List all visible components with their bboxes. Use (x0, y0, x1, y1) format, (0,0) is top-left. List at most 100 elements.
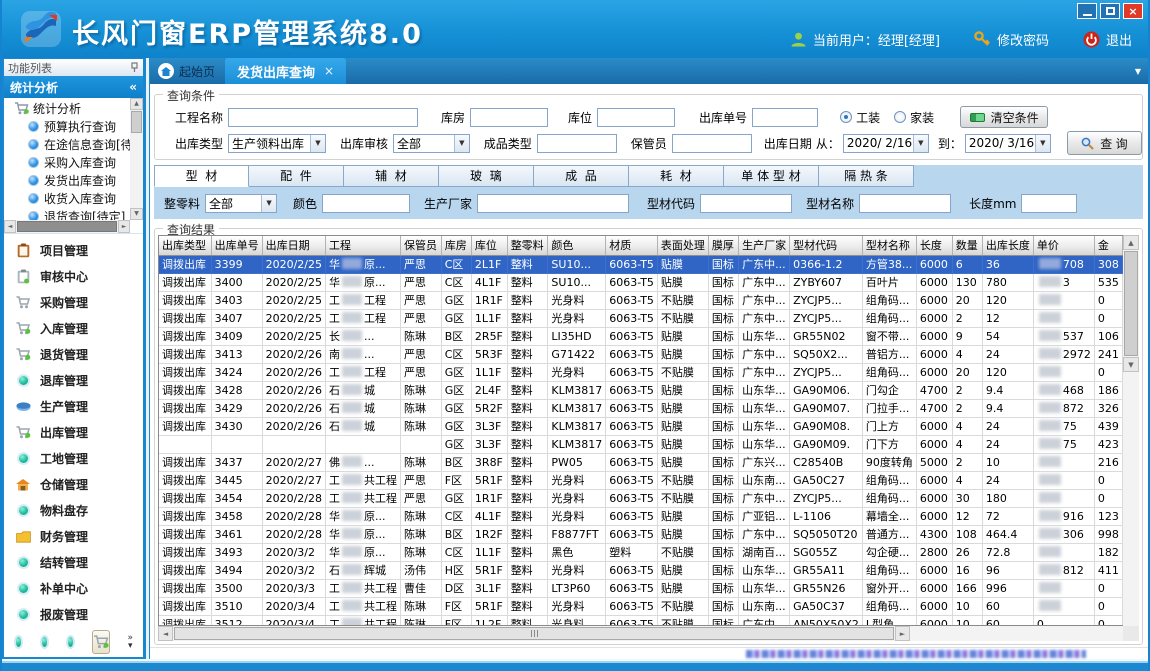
tree-root[interactable]: 统计分析 (6, 100, 130, 118)
color-input[interactable] (322, 194, 410, 213)
table-row[interactable]: 调拨出库34542020/2/28工共工程严思G区1R1F整料光身料6063-T… (159, 489, 1123, 507)
table-row[interactable]: 调拨出库34092020/2/25长...陈琳B区2R5F整料LI35HD606… (159, 327, 1123, 345)
circle-icon[interactable] (40, 635, 49, 649)
table-row[interactable]: 调拨出库35002020/3/3工共工程曹佳D区3L1F整料LT3P606063… (159, 579, 1123, 597)
table-row[interactable]: 调拨出库34242020/2/26工工程严思G区1L1F整料光身料6063-T5… (159, 363, 1123, 381)
circle-icon[interactable] (14, 635, 23, 649)
sidebar-item-物料盘存[interactable]: 物料盘存 (4, 498, 143, 524)
tab-active[interactable]: 发货出库查询 × (225, 58, 346, 84)
table-row[interactable]: 调拨出库34302020/2/26石城陈琳G区3L3F整料KLM38176063… (159, 417, 1123, 435)
tree-item[interactable]: 预算执行查询 (6, 118, 130, 136)
grid-hscroll-thumb[interactable] (174, 627, 894, 640)
grid-vscrollbar[interactable]: ▲ ▼ (1123, 235, 1139, 626)
profile-name-input[interactable] (859, 194, 951, 213)
chevron-down-icon[interactable]: ▼ (310, 135, 325, 152)
sidebar-item-采购管理[interactable]: 采购管理 (4, 290, 143, 316)
material-tab-2[interactable]: 配 件 (249, 165, 344, 187)
tree-item[interactable]: 采购入库查询 (6, 154, 130, 172)
tree-hscroll-thumb[interactable] (17, 221, 117, 232)
sidebar-item-生产管理[interactable]: 生产管理 (4, 394, 143, 420)
column-header-no[interactable]: 出库单号 (211, 236, 262, 255)
logout[interactable]: 退出 (1083, 30, 1132, 49)
tab-close-icon[interactable]: × (324, 64, 334, 78)
overflow-chevron[interactable]: »▾ (127, 634, 133, 650)
sidebar-item-入库管理[interactable]: 入库管理 (4, 316, 143, 342)
table-row[interactable]: 调拨出库34132020/2/26南...严思C区5R3F整料G71422606… (159, 345, 1123, 363)
tab-home[interactable]: 起始页 (150, 58, 225, 84)
sidebar-item-结转管理[interactable]: 结转管理 (4, 550, 143, 576)
sidebar-item-仓储管理[interactable]: 仓储管理 (4, 472, 143, 498)
clear-conditions-button[interactable]: 清空条件 (960, 106, 1048, 128)
sidebar-item-补单中心[interactable]: 补单中心 (4, 576, 143, 602)
tree-vscroll-thumb[interactable] (131, 111, 142, 133)
material-tab-8[interactable]: 隔 热 条 (819, 165, 914, 187)
gongzhuang-radio[interactable] (840, 111, 852, 123)
sidebar-item-财务管理[interactable]: 财务管理 (4, 524, 143, 550)
column-header-color[interactable]: 颜色 (548, 236, 606, 255)
maximize-button[interactable] (1100, 3, 1120, 19)
table-row[interactable]: 调拨出库34292020/2/26石城陈琳G区5R2F整料KLM38176063… (159, 399, 1123, 417)
material-tab-4[interactable]: 玻 璃 (439, 165, 534, 187)
tabbar-dropdown-icon[interactable]: ▼ (1135, 67, 1141, 76)
material-tab-6[interactable]: 耗 材 (629, 165, 724, 187)
chevron-down-icon[interactable]: ▼ (1035, 135, 1050, 152)
date-from-picker[interactable]: 2020/ 2/16▼ (843, 134, 929, 153)
jiazhuang-radio[interactable] (894, 111, 906, 123)
column-header-amt[interactable]: 金 (1094, 236, 1122, 255)
column-header-price[interactable]: 单价 (1033, 236, 1094, 255)
cart-shortcut-button[interactable] (92, 630, 110, 654)
scroll-right-icon[interactable]: ► (895, 626, 910, 641)
manufacturer-input[interactable] (477, 194, 629, 213)
scroll-up-icon[interactable]: ▲ (1123, 235, 1139, 250)
length-input[interactable] (1021, 194, 1077, 213)
column-header-name[interactable]: 型材名称 (862, 236, 916, 255)
order-no-input[interactable] (752, 108, 818, 127)
scroll-down-icon[interactable]: ▼ (130, 208, 143, 220)
table-row[interactable]: G区3L3F整料KLM38176063-T5贴膜国标山东华...GA90M09.… (159, 435, 1123, 453)
sidebar-item-工地管理[interactable]: 工地管理 (4, 446, 143, 472)
tree-item[interactable]: 退货查询[待定] (6, 208, 130, 220)
material-tab-7[interactable]: 单 体 型 材 (724, 165, 819, 187)
scroll-down-icon[interactable]: ▼ (1123, 357, 1139, 372)
grid-vscroll-thumb[interactable] (1124, 251, 1138, 356)
sidebar-item-退货管理[interactable]: 退货管理 (4, 342, 143, 368)
chevron-down-icon[interactable]: ▼ (454, 135, 469, 152)
tree-vscrollbar[interactable]: ▲ ▼ (130, 98, 143, 220)
table-row[interactable]: 调拨出库33992020/2/25华原...严思C区2L1F整料SU10...6… (159, 255, 1123, 273)
column-header-type[interactable]: 出库类型 (159, 236, 211, 255)
material-tab-5[interactable]: 成 品 (534, 165, 629, 187)
column-header-loc[interactable]: 库位 (471, 236, 507, 255)
scroll-right-icon[interactable]: ► (118, 220, 130, 233)
sidebar-item-项目管理[interactable]: 项目管理 (4, 238, 143, 264)
table-row[interactable]: 调拨出库34372020/2/27佛...陈琳B区3R8F整料PW056063-… (159, 453, 1123, 471)
column-header-mfr[interactable]: 生产厂家 (739, 236, 790, 255)
change-password[interactable]: 修改密码 (974, 30, 1049, 49)
profile-code-input[interactable] (700, 194, 792, 213)
table-row[interactable]: 调拨出库34002020/2/25华原...严思C区4L1F整料SU10...6… (159, 273, 1123, 291)
sidebar-item-出库管理[interactable]: 出库管理 (4, 420, 143, 446)
sidebar-item-审核中心[interactable]: 审核中心 (4, 264, 143, 290)
product-type-input[interactable] (537, 134, 617, 153)
column-header-zl[interactable]: 整零料 (507, 236, 548, 255)
column-header-qty[interactable]: 数量 (952, 236, 982, 255)
material-tab-1[interactable]: 型 材 (154, 165, 249, 187)
sidebar-item-报废管理[interactable]: 报废管理 (4, 602, 143, 628)
out-audit-select[interactable]: 全部▼ (393, 134, 470, 153)
tree-hscrollbar[interactable]: ◄ ► (4, 220, 130, 233)
column-header-proj[interactable]: 工程 (326, 236, 401, 255)
column-header-outlen[interactable]: 出库长度 (982, 236, 1033, 255)
table-row[interactable]: 调拨出库34282020/2/26石城陈琳G区2L4F整料KLM38176063… (159, 381, 1123, 399)
material-tab-3[interactable]: 辅 材 (344, 165, 439, 187)
scroll-left-icon[interactable]: ◄ (4, 220, 16, 233)
minimize-button[interactable] (1077, 3, 1097, 19)
table-row[interactable]: 调拨出库34942020/3/2石辉城汤伟H区5R1F整料光身料6063-T5贴… (159, 561, 1123, 579)
column-header-wh[interactable]: 库房 (441, 236, 471, 255)
table-row[interactable]: 调拨出库35102020/3/4工共工程陈琳F区5R1F整料光身料6063-T5… (159, 597, 1123, 615)
date-to-picker[interactable]: 2020/ 3/16▼ (965, 134, 1051, 153)
stats-section-header[interactable]: 统计分析 « (4, 76, 143, 97)
table-row[interactable]: 调拨出库34612020/2/28华原...陈琳B区1R2F整料F8877FT6… (159, 525, 1123, 543)
tree-item[interactable]: 在途信息查询[待定] (6, 136, 130, 154)
column-header-mat[interactable]: 材质 (606, 236, 658, 255)
scroll-left-icon[interactable]: ◄ (158, 626, 173, 641)
column-header-keeper[interactable]: 保管员 (401, 236, 442, 255)
